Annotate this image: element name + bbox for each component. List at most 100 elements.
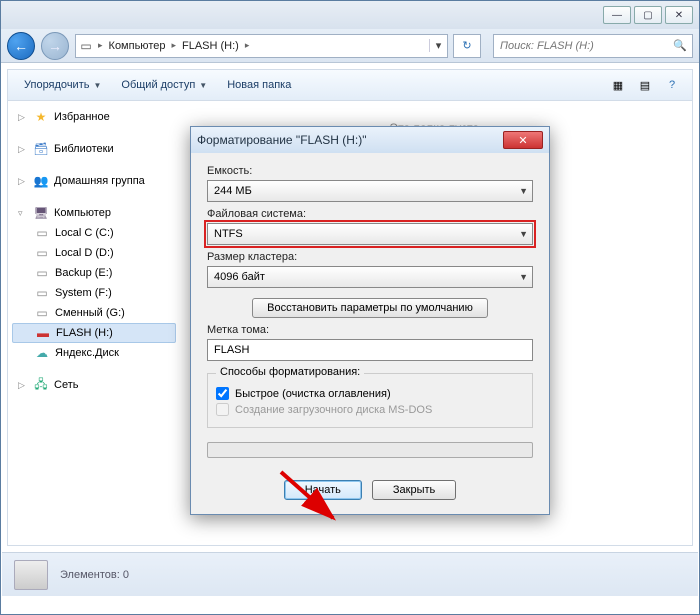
quick-format-input[interactable] (216, 387, 229, 400)
homegroup-icon: 👥 (33, 173, 49, 189)
dialog-titlebar[interactable]: Форматирование "FLASH (H:)" ✕ (191, 127, 549, 153)
window-close-button[interactable]: ✕ (665, 6, 693, 24)
restore-defaults-button[interactable]: Восстановить параметры по умолчанию (252, 298, 488, 318)
chevron-down-icon: ▼ (93, 81, 101, 90)
drive-icon: ▭ (76, 39, 96, 53)
search-button[interactable]: 🔍 (668, 39, 692, 52)
breadcrumb-drive[interactable]: FLASH (H:) (178, 35, 243, 57)
refresh-button[interactable]: ↻ (453, 34, 481, 58)
volume-label-input[interactable] (207, 339, 533, 361)
chevron-down-icon: ▼ (519, 272, 528, 282)
sidebar-drive-g[interactable]: ▭Сменный (G:) (12, 303, 176, 323)
view-button[interactable]: ▦ (606, 74, 630, 96)
arrow-left-icon: ← (14, 38, 28, 54)
preview-pane-button[interactable]: ▤ (633, 74, 657, 96)
chevron-down-icon: ▼ (519, 186, 528, 196)
navigation-pane: ▷ ★ Избранное ▷ 🗃 Библиотеки ▷ 👥 Домашня… (8, 101, 180, 545)
filesystem-value: NTFS (214, 228, 243, 240)
share-button[interactable]: Общий доступ ▼ (113, 75, 215, 95)
expand-icon: ▷ (18, 380, 28, 391)
arrow-right-icon: → (48, 38, 62, 54)
new-folder-label: Новая папка (227, 79, 291, 91)
organize-button[interactable]: Упорядочить ▼ (16, 75, 109, 95)
filesystem-combo[interactable]: NTFS ▼ (207, 223, 533, 245)
chevron-down-icon: ▼ (199, 81, 207, 90)
cloud-icon: ☁ (34, 345, 50, 361)
cluster-label: Размер кластера: (207, 251, 533, 263)
filesystem-label: Файловая система: (207, 208, 533, 220)
usb-icon: ▬ (35, 325, 51, 341)
network-icon: 🖧 (33, 377, 49, 393)
sidebar-yandex-disk[interactable]: ☁Яндекс.Диск (12, 343, 176, 363)
collapse-icon: ▿ (18, 208, 28, 219)
format-options-legend: Способы форматирования: (216, 366, 364, 378)
cluster-value: 4096 байт (214, 271, 265, 283)
search-box[interactable]: 🔍 (493, 34, 693, 58)
sidebar-favorites[interactable]: ▷ ★ Избранное (12, 107, 176, 127)
breadcrumb-computer[interactable]: Компьютер (105, 35, 170, 57)
expand-icon: ▷ (18, 112, 28, 123)
expand-icon: ▷ (18, 176, 28, 187)
organize-label: Упорядочить (24, 79, 89, 91)
sidebar-item-label: Сеть (54, 379, 78, 391)
search-input[interactable] (494, 40, 668, 52)
volume-label-label: Метка тома: (207, 324, 533, 336)
quick-format-label: Быстрое (очистка оглавления) (235, 388, 391, 400)
sidebar-drive-e[interactable]: ▭ Backup (E:) (12, 263, 176, 283)
sidebar-item-label: Local D (D:) (55, 247, 114, 259)
sidebar-item-label: Библиотеки (54, 143, 114, 155)
msdos-boot-input (216, 403, 229, 416)
nav-forward-button[interactable]: → (41, 32, 69, 60)
sidebar-drive-h[interactable]: ▬FLASH (H:) (12, 323, 176, 343)
sidebar-homegroup[interactable]: ▷ 👥 Домашняя группа (12, 171, 176, 191)
msdos-boot-checkbox: Создание загрузочного диска MS-DOS (216, 403, 524, 416)
dialog-body: Емкость: 244 МБ ▼ Файловая система: NTFS… (191, 153, 549, 468)
sidebar-item-label: Избранное (54, 111, 110, 123)
chevron-right-icon[interactable]: ▸ (243, 40, 252, 51)
chevron-right-icon[interactable]: ▸ (169, 40, 178, 51)
sidebar-network[interactable]: ▷ 🖧 Сеть (12, 375, 176, 395)
nav-back-button[interactable]: ← (7, 32, 35, 60)
format-options-group: Способы форматирования: Быстрое (очистка… (207, 373, 533, 428)
dialog-title: Форматирование "FLASH (H:)" (197, 133, 366, 147)
dialog-close-button[interactable]: ✕ (503, 131, 543, 149)
capacity-combo[interactable]: 244 МБ ▼ (207, 180, 533, 202)
star-icon: ★ (33, 109, 49, 125)
sidebar-drive-d[interactable]: ▭Local D (D:) (12, 243, 176, 263)
sidebar-item-label: Local C (C:) (55, 227, 114, 239)
format-progress (207, 442, 533, 458)
chevron-right-icon[interactable]: ▸ (96, 40, 105, 51)
new-folder-button[interactable]: Новая папка (219, 75, 299, 95)
window-titlebar: — ▢ ✕ (1, 1, 699, 29)
address-dropdown[interactable]: ▾ (429, 39, 447, 52)
format-dialog: Форматирование "FLASH (H:)" ✕ Емкость: 2… (190, 126, 550, 515)
library-icon: 🗃 (33, 141, 49, 157)
cluster-combo[interactable]: 4096 байт ▼ (207, 266, 533, 288)
disk-icon: ▭ (34, 305, 50, 321)
sidebar-item-label: Backup (E:) (55, 267, 112, 279)
maximize-button[interactable]: ▢ (634, 6, 662, 24)
sidebar-drive-f[interactable]: ▭ System (F:) (12, 283, 176, 303)
help-button[interactable]: ? (660, 74, 684, 96)
address-bar[interactable]: ▭ ▸ Компьютер ▸ FLASH (H:) ▸ ▾ (75, 34, 448, 58)
share-label: Общий доступ (121, 79, 195, 91)
disk-icon: ▭ (34, 285, 50, 301)
sidebar-libraries[interactable]: ▷ 🗃 Библиотеки (12, 139, 176, 159)
drive-large-icon (14, 560, 48, 590)
quick-format-checkbox[interactable]: Быстрое (очистка оглавления) (216, 387, 524, 400)
sidebar-item-label: Компьютер (54, 207, 111, 219)
computer-icon: 🖥 (33, 205, 49, 221)
sidebar-item-label: System (F:) (55, 287, 112, 299)
expand-icon: ▷ (18, 144, 28, 155)
minimize-button[interactable]: — (603, 6, 631, 24)
sidebar-item-label: Домашняя группа (54, 175, 145, 187)
refresh-icon: ↻ (462, 39, 471, 52)
sidebar-drive-c[interactable]: ▭Local C (C:) (12, 223, 176, 243)
chevron-down-icon: ▼ (519, 229, 528, 239)
disk-icon: ▭ (34, 265, 50, 281)
pane-icon: ▤ (640, 79, 650, 92)
close-button[interactable]: Закрыть (372, 480, 456, 500)
status-bar: Элементов: 0 (2, 552, 698, 596)
sidebar-computer[interactable]: ▿ 🖥 Компьютер (12, 203, 176, 223)
start-button[interactable]: Начать (284, 480, 362, 500)
